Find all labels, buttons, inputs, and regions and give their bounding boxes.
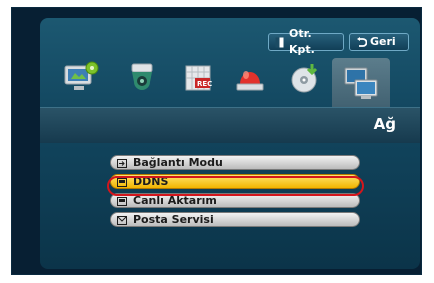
section-title: Ağ	[373, 115, 396, 133]
door-exit-icon	[275, 37, 284, 48]
ddns-icon	[117, 177, 127, 187]
dome-camera-icon	[124, 60, 160, 100]
mail-icon	[117, 215, 127, 225]
connection-icon	[117, 158, 127, 168]
alarm-siren-icon	[232, 60, 268, 100]
menu-item-label: Bağlantı Modu	[133, 156, 223, 169]
tab-alarm[interactable]	[230, 60, 270, 100]
tab-settings-monitor[interactable]	[62, 60, 102, 100]
disc-backup-icon	[288, 60, 324, 100]
menu-item-live-stream[interactable]: Canlı Aktarım	[110, 193, 360, 208]
menu-item-ddns[interactable]: DDNS	[110, 174, 360, 189]
tab-network[interactable]	[332, 58, 390, 112]
network-menu: Bağlantı Modu DDNS Canlı Aktarım Posta S…	[110, 155, 360, 231]
stream-icon	[117, 196, 127, 206]
menu-item-connection-mode[interactable]: Bağlantı Modu	[110, 155, 360, 170]
tab-record[interactable]: REC	[178, 60, 218, 100]
dvr-screen: Otr. Kpt. Geri REC Ağ Bağlantı Modu DDNS…	[40, 18, 420, 269]
menu-item-label: Posta Servisi	[133, 213, 214, 226]
menu-item-label: Canlı Aktarım	[133, 194, 217, 207]
svg-text:REC: REC	[197, 80, 212, 88]
menu-item-mail-service[interactable]: Posta Servisi	[110, 212, 360, 227]
dvr-frame: Otr. Kpt. Geri REC Ağ Bağlantı Modu DDNS…	[11, 7, 422, 275]
tab-camera[interactable]	[122, 60, 162, 100]
section-header: Ağ	[40, 107, 420, 143]
network-computers-icon	[341, 64, 381, 106]
exit-label: Otr. Kpt.	[289, 27, 315, 56]
monitor-gear-icon	[62, 60, 102, 100]
back-arrow-icon	[356, 36, 368, 48]
back-label: Geri	[370, 35, 396, 48]
exit-button[interactable]: Otr. Kpt.	[268, 27, 344, 56]
back-button[interactable]: Geri	[349, 33, 409, 51]
calendar-rec-icon: REC	[180, 60, 216, 100]
tab-backup[interactable]	[286, 60, 326, 100]
menu-item-label: DDNS	[133, 175, 169, 188]
